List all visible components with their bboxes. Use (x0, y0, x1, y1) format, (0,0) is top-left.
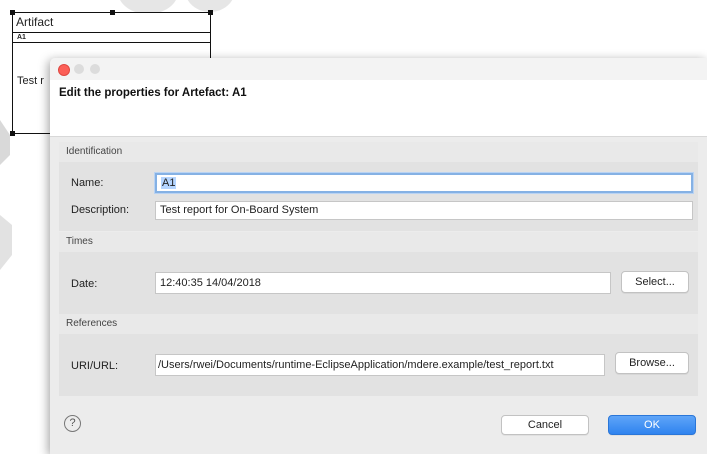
select-date-button[interactable]: Select... (621, 271, 689, 293)
references-legend: References (59, 314, 698, 334)
browse-button[interactable]: Browse... (615, 352, 689, 374)
times-body: Date: 12:40:35 14/04/2018 Select... (59, 252, 698, 314)
times-legend: Times (59, 232, 698, 252)
description-label: Description: (71, 204, 130, 216)
date-field[interactable]: 12:40:35 14/04/2018 (155, 272, 611, 294)
selection-handle[interactable] (10, 10, 15, 15)
dialog-message-area: Edit the properties for Artefact: A1 (50, 80, 707, 137)
uri-field[interactable]: /Users/rwei/Documents/runtime-EclipseApp… (155, 354, 605, 376)
selection-handle[interactable] (110, 10, 115, 15)
identification-body: Name: A1 Description: Test report for On… (59, 162, 698, 231)
cancel-button[interactable]: Cancel (501, 415, 589, 435)
selection-handle[interactable] (208, 10, 213, 15)
references-body: URI/URL: /Users/rwei/Documents/runtime-E… (59, 334, 698, 396)
maximize-window-icon[interactable] (90, 64, 100, 74)
description-field[interactable]: Test report for On-Board System (155, 201, 693, 220)
identification-legend: Identification (59, 142, 698, 162)
dialog-titlebar (50, 58, 707, 80)
artifact-node-description: Test r (17, 75, 44, 87)
references-group: References URI/URL: /Users/rwei/Document… (59, 314, 698, 396)
artifact-node-id: A1 (13, 33, 210, 43)
selection-handle[interactable] (10, 131, 15, 136)
close-window-icon[interactable] (58, 64, 70, 76)
ok-button[interactable]: OK (608, 415, 696, 435)
name-field[interactable]: A1 (155, 173, 693, 193)
minimize-window-icon[interactable] (74, 64, 84, 74)
times-group: Times Date: 12:40:35 14/04/2018 Select..… (59, 232, 698, 314)
uri-label: URI/URL: (71, 360, 119, 372)
name-label: Name: (71, 177, 104, 189)
name-field-value: A1 (161, 177, 177, 189)
properties-dialog: Edit the properties for Artefact: A1 Ide… (50, 58, 707, 454)
help-icon[interactable]: ? (64, 415, 81, 432)
artifact-node-type: Artifact (13, 13, 210, 33)
date-label: Date: (71, 278, 98, 290)
identification-group: Identification Name: A1 Description: Tes… (59, 142, 698, 231)
dialog-message: Edit the properties for Artefact: A1 (59, 87, 247, 99)
